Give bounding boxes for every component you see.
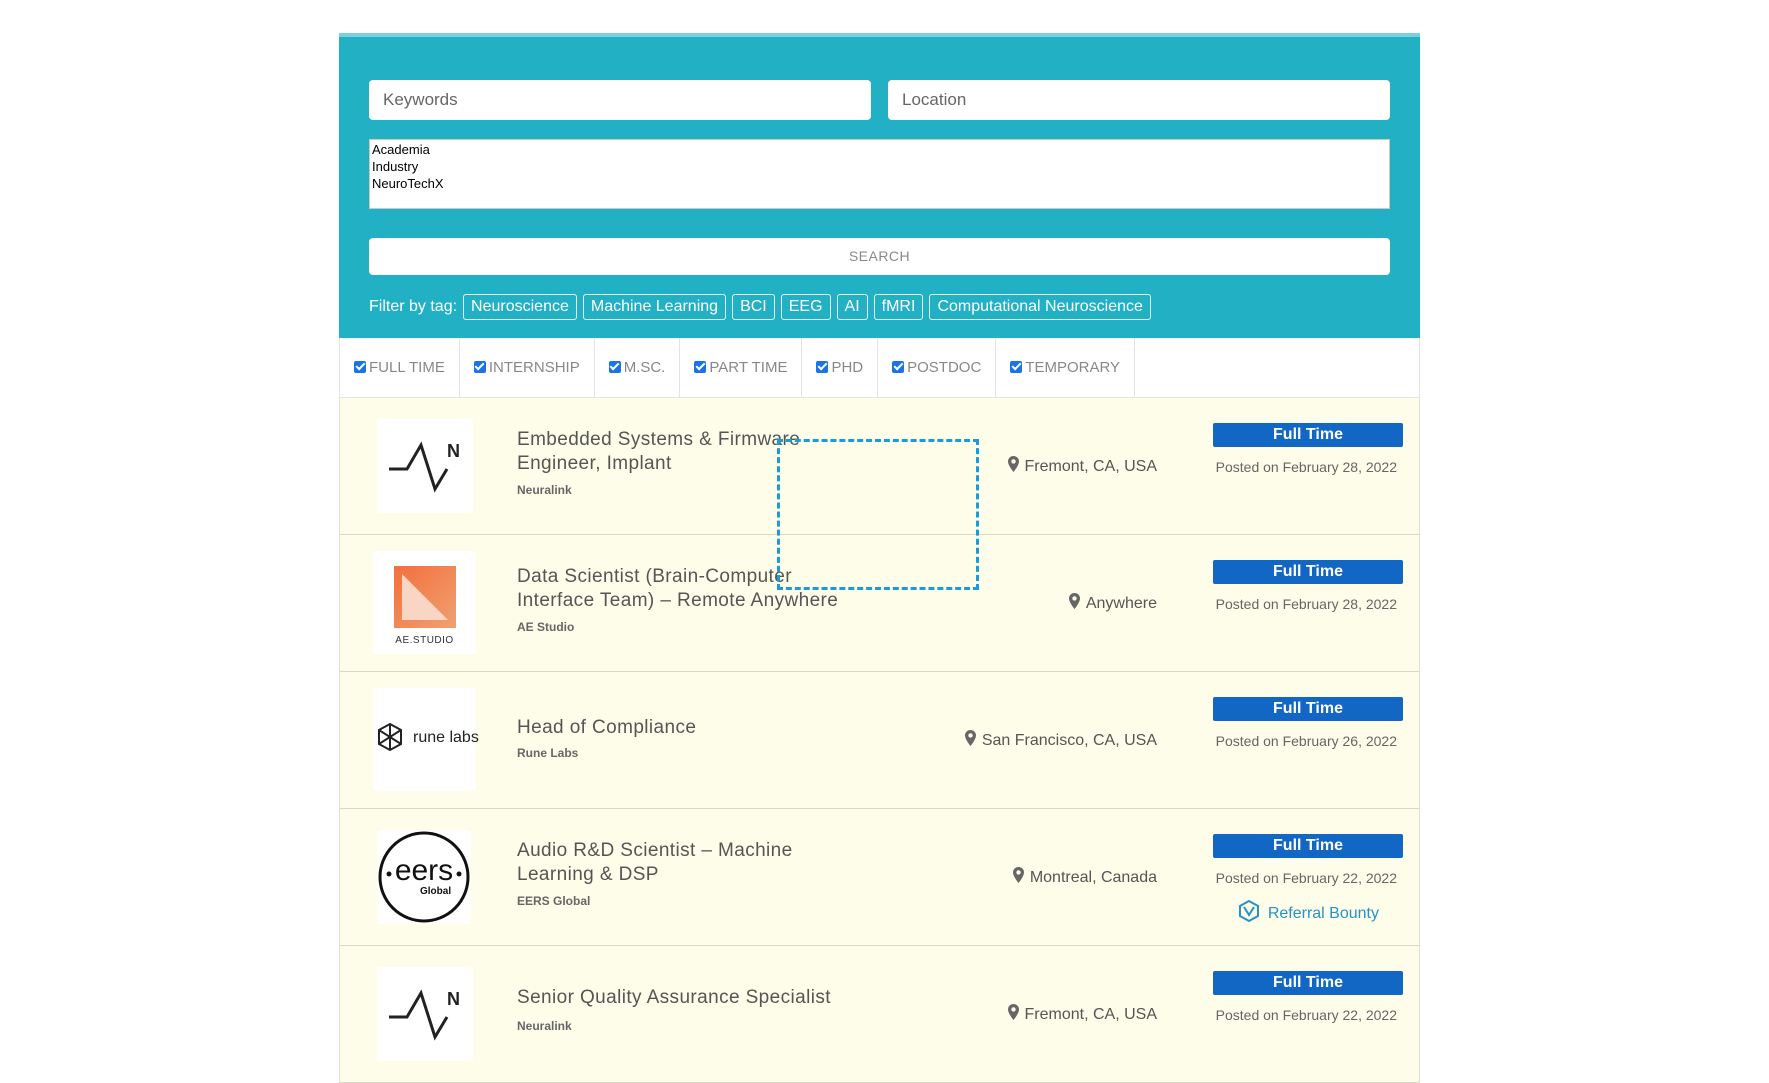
keywords-input[interactable]: Keywords — [369, 80, 871, 120]
eers-logo-text: eers — [394, 854, 454, 887]
job-location: Anywhere — [1068, 593, 1157, 614]
checkbox[interactable] — [892, 360, 905, 373]
company-name: EERS Global — [517, 894, 591, 908]
job-type-label: INTERNSHIP — [488, 359, 580, 376]
tag-fmri[interactable]: fMRI — [873, 294, 924, 320]
job-title[interactable]: Head of Compliance — [517, 716, 847, 740]
referral-bounty-icon — [1238, 899, 1260, 927]
job-type-badge: Full Time — [1213, 423, 1403, 447]
job-type-postdoc[interactable]: POSTDOC — [878, 338, 997, 397]
company-name: Neuralink — [517, 483, 572, 497]
posted-date: Posted on February 28, 2022 — [1215, 459, 1397, 475]
posted-date: Posted on February 26, 2022 — [1215, 733, 1397, 749]
job-listing[interactable]: N Senior Quality Assurance Specialist Ne… — [340, 946, 1419, 1083]
job-type-part-time[interactable]: PART TIME — [680, 338, 803, 397]
job-type-filters: FULL TIME INTERNSHIP M.SC. PART TIME PHD… — [339, 338, 1420, 398]
job-type-badge: Full Time — [1213, 560, 1403, 584]
category-option[interactable]: NeuroTechX — [372, 175, 1387, 192]
posted-date: Posted on February 22, 2022 — [1215, 1007, 1397, 1023]
location-text: Fremont, CA, USA — [1024, 1005, 1157, 1023]
tag-neuroscience[interactable]: Neuroscience — [463, 294, 577, 320]
job-type-msc[interactable]: M.SC. — [595, 338, 681, 397]
tag-bci[interactable]: BCI — [732, 294, 775, 320]
location-text: Anywhere — [1085, 594, 1157, 612]
job-type-label: FULL TIME — [369, 359, 445, 376]
job-type-badge: Full Time — [1213, 834, 1403, 858]
posted-date: Posted on February 28, 2022 — [1215, 596, 1397, 612]
job-title[interactable]: Senior Quality Assurance Specialist — [517, 986, 847, 1010]
eers-logo-subtext: Global — [420, 886, 452, 897]
job-type-phd[interactable]: PHD — [802, 338, 879, 397]
svg-text:N: N — [447, 989, 460, 1009]
search-button[interactable]: SEARCH — [369, 238, 1390, 275]
job-location: Fremont, CA, USA — [1007, 456, 1157, 477]
category-multiselect[interactable]: Academia Industry NeuroTechX — [369, 139, 1390, 209]
tag-filter-row: Filter by tag: Neuroscience Machine Lear… — [369, 294, 1151, 320]
job-type-label: PHD — [831, 359, 864, 376]
job-type-temporary[interactable]: TEMPORARY — [996, 338, 1136, 397]
job-type-label: M.SC. — [623, 359, 666, 376]
referral-bounty-label: Referral Bounty — [1267, 904, 1379, 922]
job-type-label: TEMPORARY — [1025, 359, 1121, 376]
company-name: AE Studio — [517, 620, 575, 634]
rune-labs-logo-text: rune labs — [413, 729, 479, 746]
map-pin-icon — [1007, 456, 1019, 477]
tag-computational-neuroscience[interactable]: Computational Neuroscience — [929, 294, 1151, 320]
tag-eeg[interactable]: EEG — [780, 294, 831, 320]
checkbox[interactable] — [354, 360, 366, 373]
job-type-badge: Full Time — [1213, 971, 1403, 995]
tag-ai[interactable]: AI — [836, 294, 868, 320]
tag-machine-learning[interactable]: Machine Learning — [582, 294, 727, 320]
job-listing[interactable]: rune labs Head of Compliance Rune Labs S… — [340, 672, 1419, 809]
company-name: Rune Labs — [517, 746, 579, 760]
job-type-full-time[interactable]: FULL TIME — [340, 338, 460, 397]
map-pin-icon — [1012, 867, 1024, 888]
filter-label: Filter by tag: — [369, 298, 458, 315]
eers-global-logo[interactable]: eers Global — [377, 830, 471, 924]
posted-date: Posted on February 22, 2022 — [1215, 870, 1397, 886]
job-location: Montreal, Canada — [1012, 867, 1157, 888]
job-type-label: POSTDOC — [907, 359, 982, 376]
category-option[interactable]: Academia — [372, 141, 1387, 158]
checkbox[interactable] — [694, 360, 707, 373]
job-location: San Francisco, CA, USA — [964, 730, 1157, 751]
category-option[interactable]: Industry — [372, 158, 1387, 175]
svg-text:N: N — [447, 441, 460, 461]
map-pin-icon — [1007, 1004, 1019, 1025]
job-type-badge: Full Time — [1213, 697, 1403, 721]
checkbox[interactable] — [1010, 360, 1023, 373]
location-text: San Francisco, CA, USA — [981, 731, 1157, 749]
rune-labs-logo[interactable]: rune labs — [373, 688, 479, 791]
neuralink-logo[interactable]: N — [377, 967, 473, 1061]
map-pin-icon — [1068, 593, 1080, 614]
checkbox[interactable] — [608, 360, 621, 373]
neuralink-logo[interactable]: N — [377, 419, 473, 513]
job-type-label: PART TIME — [709, 359, 788, 376]
ae-studio-logo[interactable]: AE.STUDIO — [373, 551, 476, 654]
ae-studio-logo-text: AE.STUDIO — [395, 635, 454, 646]
selection-overlay — [777, 439, 979, 590]
job-type-internship[interactable]: INTERNSHIP — [460, 338, 595, 397]
checkbox[interactable] — [816, 360, 829, 373]
location-text: Fremont, CA, USA — [1024, 457, 1157, 475]
job-listing[interactable]: eers Global Audio R&D Scientist – Machin… — [340, 809, 1419, 946]
search-panel: Keywords Location Academia Industry Neur… — [339, 33, 1420, 338]
location-text: Montreal, Canada — [1029, 868, 1157, 886]
referral-bounty-link[interactable]: Referral Bounty — [1238, 899, 1379, 927]
job-location: Fremont, CA, USA — [1007, 1004, 1157, 1025]
map-pin-icon — [964, 730, 976, 751]
job-title[interactable]: Audio R&D Scientist – Machine Learning &… — [517, 839, 847, 887]
checkbox[interactable] — [473, 360, 486, 373]
location-input[interactable]: Location — [888, 80, 1390, 120]
